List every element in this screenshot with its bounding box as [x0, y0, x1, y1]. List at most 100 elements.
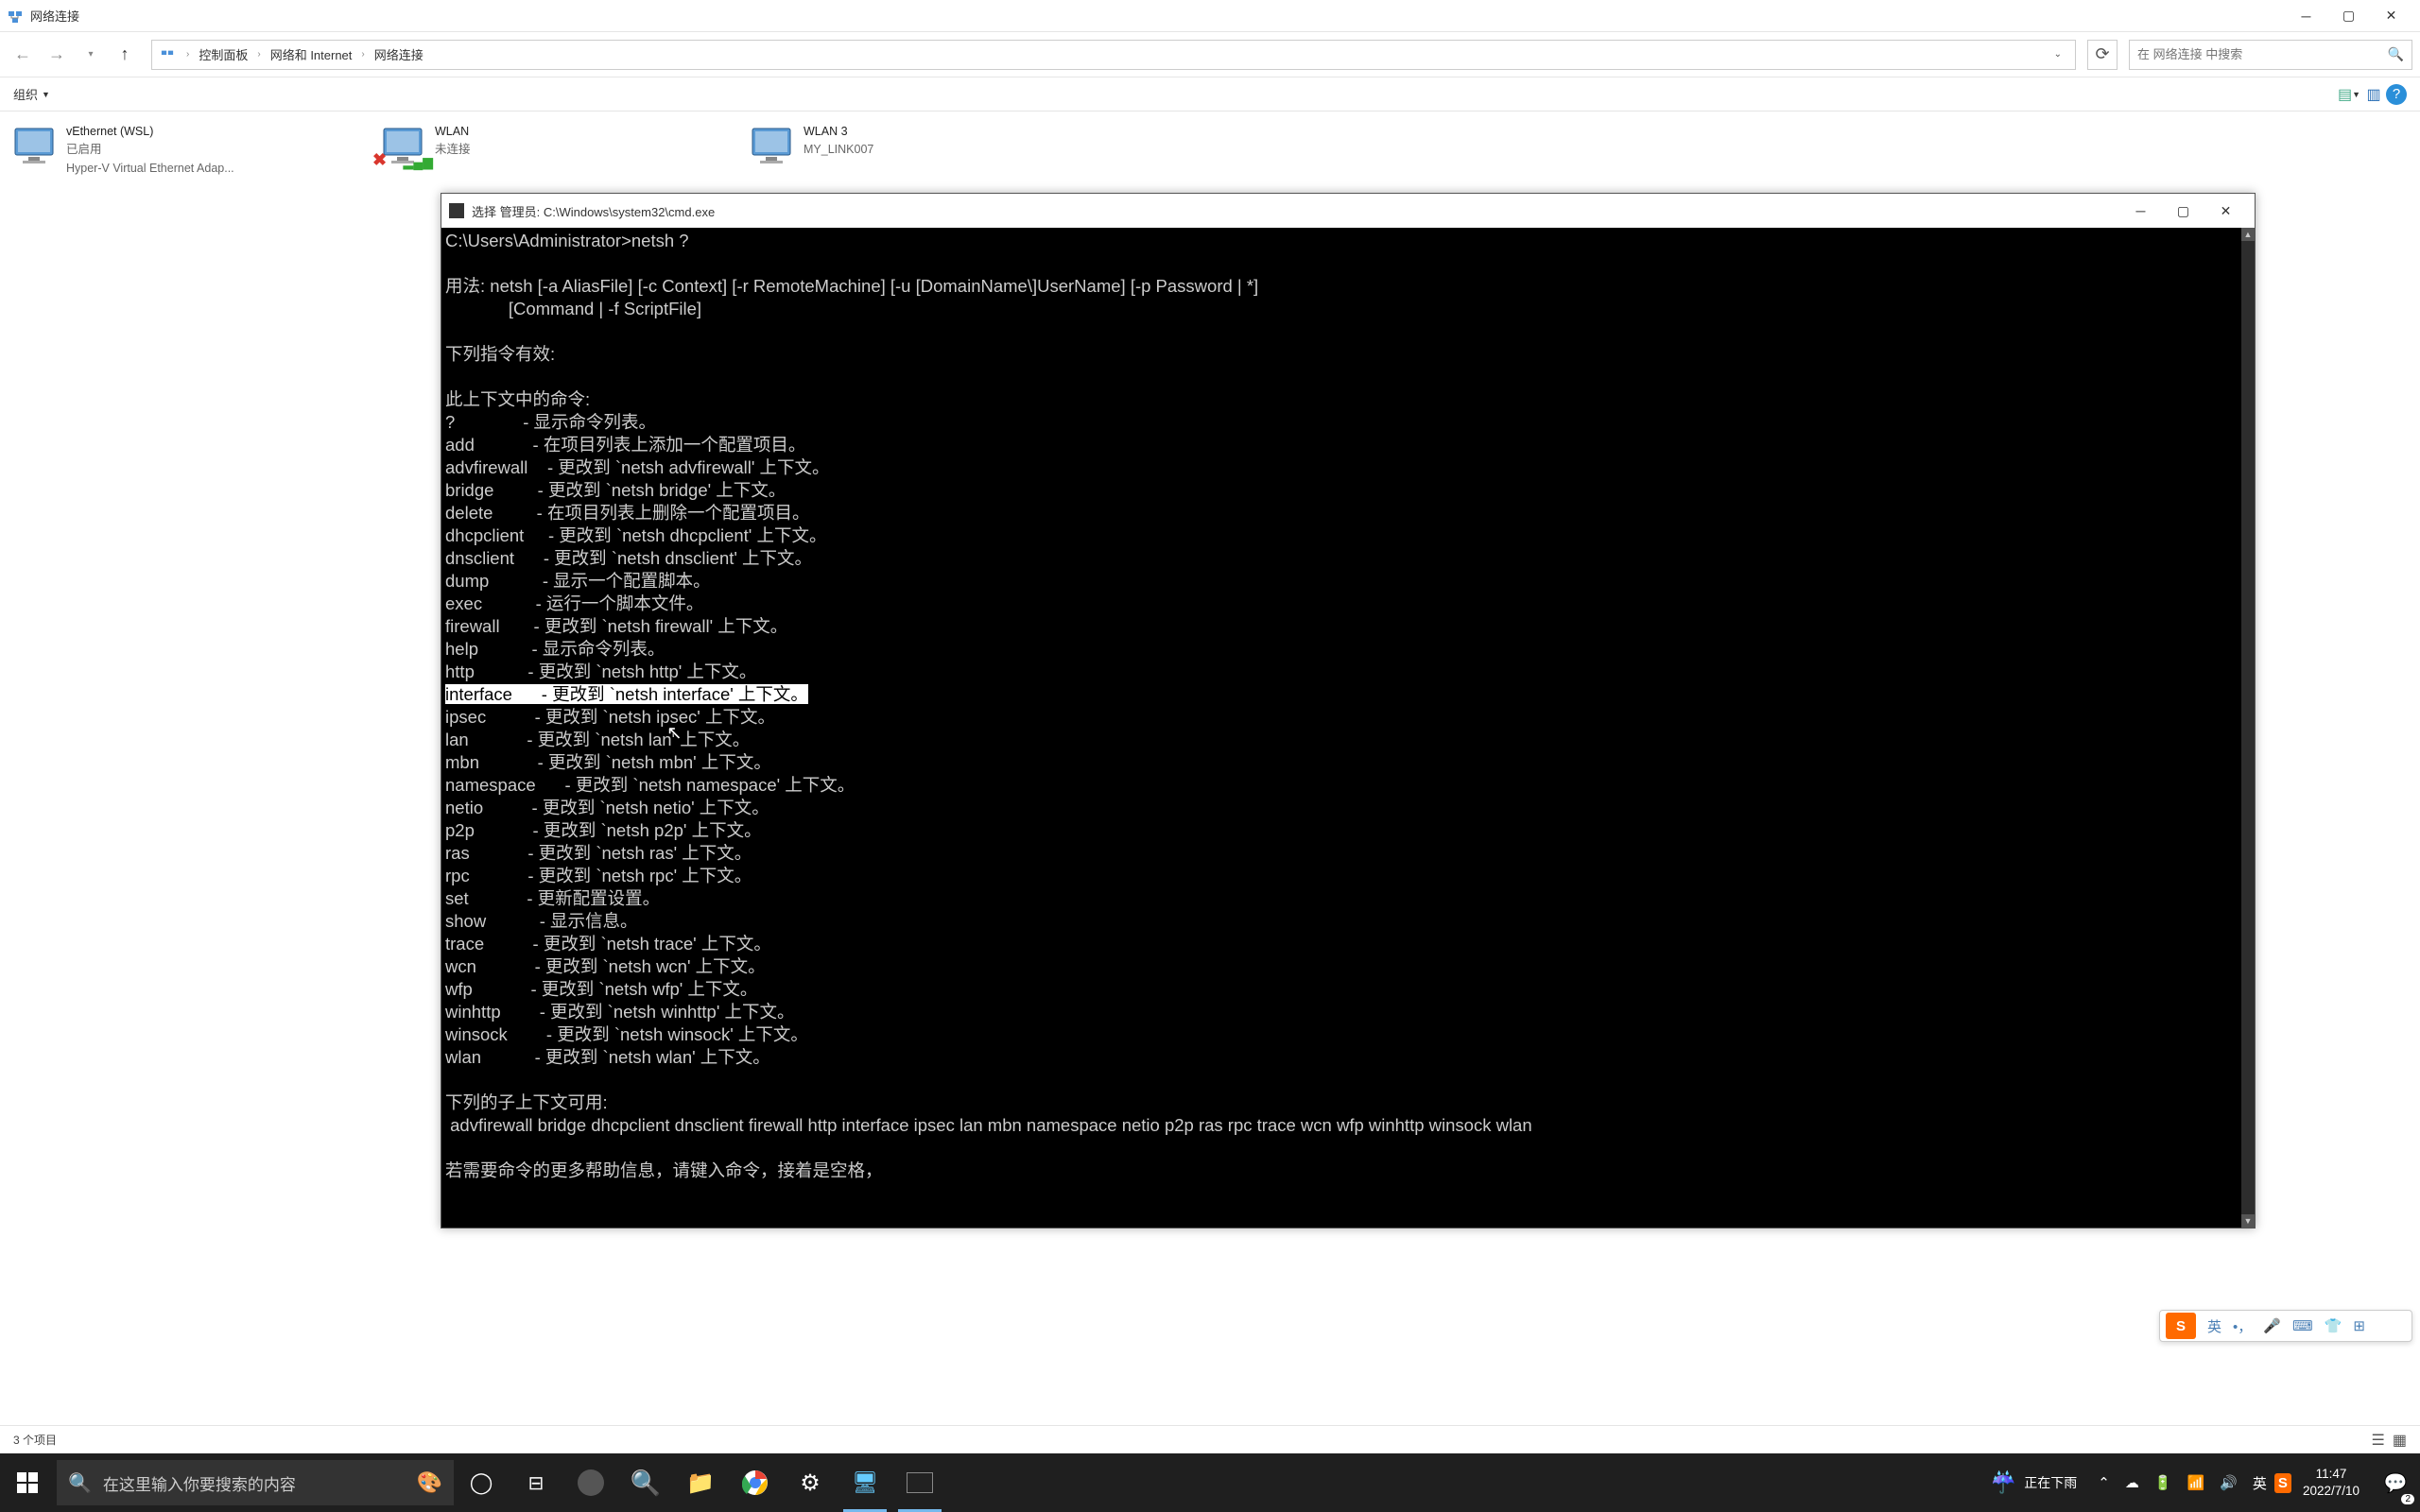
network-adapter-item[interactable]: vEthernet (WSL) 已启用 Hyper-V Virtual Ethe… [11, 123, 361, 178]
cmd-line[interactable]: show - 显示信息。 [445, 910, 2238, 933]
cmd-line[interactable]: 下列指令有效: [445, 343, 2238, 366]
cmd-line[interactable]: wcn - 更改到 `netsh wcn' 上下文。 [445, 955, 2238, 978]
cmd-line[interactable]: winsock - 更改到 `netsh winsock' 上下文。 [445, 1023, 2238, 1046]
search-icon[interactable]: 🔍 [2388, 46, 2404, 62]
cmd-line[interactable]: interface - 更改到 `netsh interface' 上下文。 [445, 683, 2238, 706]
breadcrumb-item[interactable]: 网络连接 [372, 45, 425, 63]
chevron-right-icon[interactable]: › [354, 49, 372, 60]
breadcrumb[interactable]: › 控制面板 › 网络和 Internet › 网络连接 ⌄ [151, 40, 2076, 70]
cmd-line[interactable]: ipsec - 更改到 `netsh ipsec' 上下文。 [445, 706, 2238, 729]
cmd-output[interactable]: C:\Users\Administrator>netsh ? 用法: netsh… [441, 228, 2241, 1228]
cmd-line[interactable] [445, 1137, 2238, 1160]
ime-voice-icon[interactable]: 🎤 [2257, 1317, 2287, 1334]
sogou-tray-icon[interactable]: S [2274, 1473, 2291, 1493]
cmd-line[interactable]: namespace - 更改到 `netsh namespace' 上下文。 [445, 774, 2238, 797]
refresh-button[interactable]: ⟳ [2087, 40, 2118, 70]
taskbar-app-cmd[interactable] [892, 1453, 947, 1512]
cmd-line[interactable]: dnsclient - 更改到 `netsh dnsclient' 上下文。 [445, 547, 2238, 570]
breadcrumb-dropdown[interactable]: ⌄ [2045, 49, 2071, 60]
start-button[interactable] [0, 1453, 55, 1512]
cmd-line[interactable]: help - 显示命令列表。 [445, 638, 2238, 661]
cmd-line[interactable]: http - 更改到 `netsh http' 上下文。 [445, 661, 2238, 683]
cmd-line[interactable]: advfirewall - 更改到 `netsh advfirewall' 上下… [445, 456, 2238, 479]
cmd-line[interactable]: 用法: netsh [-a AliasFile] [-c Context] [-… [445, 275, 2238, 298]
cmd-line[interactable]: advfirewall bridge dhcpclient dnsclient … [445, 1114, 2238, 1137]
ime-toolbar[interactable]: S 英 •， 🎤 ⌨ 👕 ⊞ [2159, 1310, 2412, 1342]
cmd-line[interactable]: set - 更新配置设置。 [445, 887, 2238, 910]
taskbar-app-everything[interactable]: 🔍 [618, 1453, 673, 1512]
scrollbar[interactable]: ▲ ▼ [2241, 228, 2255, 1228]
scroll-up-button[interactable]: ▲ [2241, 228, 2255, 241]
cmd-line[interactable]: 此上下文中的命令: [445, 388, 2238, 411]
cmd-titlebar[interactable]: 选择 管理员: C:\Windows\system32\cmd.exe ─ ▢ … [441, 194, 2255, 228]
chevron-right-icon[interactable]: › [250, 49, 268, 60]
network-adapter-item[interactable]: ✖ ▂▄▆ WLAN 未连接 [380, 123, 730, 178]
explorer-titlebar[interactable]: 网络连接 ─ ▢ ✕ [0, 0, 2420, 32]
details-view-button[interactable]: ☰ [2372, 1431, 2385, 1450]
cmd-line[interactable]: exec - 运行一个脚本文件。 [445, 593, 2238, 615]
clock[interactable]: 11:47 2022/7/10 [2291, 1466, 2371, 1499]
cmd-line[interactable]: wfp - 更改到 `netsh wfp' 上下文。 [445, 978, 2238, 1001]
maximize-button[interactable]: ▢ [2162, 194, 2204, 228]
close-button[interactable]: ✕ [2370, 0, 2412, 32]
cmd-line[interactable]: netio - 更改到 `netsh netio' 上下文。 [445, 797, 2238, 819]
chevron-right-icon[interactable]: › [179, 49, 197, 60]
taskbar-app[interactable] [563, 1453, 618, 1512]
maximize-button[interactable]: ▢ [2327, 0, 2370, 32]
ime-skin-icon[interactable]: 👕 [2319, 1317, 2348, 1334]
ime-lang[interactable]: 英 [2202, 1316, 2227, 1336]
cmd-line[interactable]: ras - 更改到 `netsh ras' 上下文。 [445, 842, 2238, 865]
back-button[interactable]: ← [8, 40, 38, 70]
breadcrumb-item[interactable]: 控制面板 [197, 45, 250, 63]
search-input[interactable] [2137, 47, 2388, 61]
cmd-line[interactable]: firewall - 更改到 `netsh firewall' 上下文。 [445, 615, 2238, 638]
taskbar-search[interactable]: 🔍 在这里输入你要搜索的内容 🎨 [57, 1460, 454, 1505]
view-options-button[interactable]: ▤▼ [2337, 82, 2361, 107]
taskbar-app-chrome[interactable] [728, 1453, 783, 1512]
cmd-line[interactable]: bridge - 更改到 `netsh bridge' 上下文。 [445, 479, 2238, 502]
task-view-button[interactable]: ⊟ [509, 1453, 563, 1512]
cmd-line[interactable]: p2p - 更改到 `netsh p2p' 上下文。 [445, 819, 2238, 842]
cmd-line[interactable]: delete - 在项目列表上删除一个配置项目。 [445, 502, 2238, 524]
icons-view-button[interactable]: ▦ [2393, 1431, 2407, 1450]
cmd-line[interactable]: mbn - 更改到 `netsh mbn' 上下文。 [445, 751, 2238, 774]
cmd-line[interactable]: trace - 更改到 `netsh trace' 上下文。 [445, 933, 2238, 955]
scroll-down-button[interactable]: ▼ [2241, 1214, 2255, 1228]
cmd-line[interactable]: rpc - 更改到 `netsh rpc' 上下文。 [445, 865, 2238, 887]
preview-pane-button[interactable]: ▥ [2361, 82, 2386, 107]
ime-indicator[interactable]: 英 [2245, 1473, 2274, 1493]
cmd-line[interactable]: add - 在项目列表上添加一个配置项目。 [445, 434, 2238, 456]
cmd-line[interactable]: wlan - 更改到 `netsh wlan' 上下文。 [445, 1046, 2238, 1069]
minimize-button[interactable]: ─ [2119, 194, 2162, 228]
onedrive-icon[interactable]: ☁ [2118, 1474, 2147, 1491]
taskbar-app-explorer[interactable]: 📁 [673, 1453, 728, 1512]
close-button[interactable]: ✕ [2204, 194, 2247, 228]
cmd-line[interactable] [445, 252, 2238, 275]
network-adapter-item[interactable]: WLAN 3 MY_LINK007 [749, 123, 1098, 178]
tray-overflow-button[interactable]: ⌃ [2090, 1474, 2118, 1491]
up-button[interactable]: ↑ [110, 40, 140, 70]
cortana-button[interactable]: ◯ [454, 1453, 509, 1512]
minimize-button[interactable]: ─ [2285, 0, 2327, 32]
search-box[interactable]: 🔍 [2129, 40, 2412, 70]
weather-widget[interactable]: ☔ 正在下雨 [1978, 1470, 2090, 1495]
volume-icon[interactable]: 🔊 [2212, 1474, 2245, 1491]
wifi-icon[interactable]: 📶 [2180, 1474, 2213, 1491]
cmd-line[interactable] [445, 1069, 2238, 1091]
cmd-line[interactable]: dhcpclient - 更改到 `netsh dhcpclient' 上下文。 [445, 524, 2238, 547]
cmd-line[interactable]: [Command | -f ScriptFile] [445, 298, 2238, 320]
organize-menu[interactable]: 组织▼ [13, 85, 50, 103]
cmd-line[interactable]: C:\Users\Administrator>netsh ? [445, 230, 2238, 252]
ime-keyboard-icon[interactable]: ⌨ [2287, 1317, 2319, 1334]
cmd-line[interactable]: 下列的子上下文可用: [445, 1091, 2238, 1114]
cmd-line[interactable]: 若需要命令的更多帮助信息，请键入命令，接着是空格， [445, 1160, 2238, 1182]
taskbar-app-settings[interactable]: ⚙ [783, 1453, 838, 1512]
sogou-logo-icon[interactable]: S [2166, 1313, 2196, 1339]
cmd-line[interactable] [445, 320, 2238, 343]
cmd-line[interactable]: dump - 显示一个配置脚本。 [445, 570, 2238, 593]
recent-dropdown[interactable]: ▾ [76, 40, 106, 70]
ime-toolbox-icon[interactable]: ⊞ [2347, 1317, 2371, 1334]
explorer-body[interactable]: vEthernet (WSL) 已启用 Hyper-V Virtual Ethe… [0, 112, 2420, 189]
cmd-line[interactable]: ? - 显示命令列表。 [445, 411, 2238, 434]
cmd-line[interactable]: lan - 更改到 `netsh lan' 上下文。 [445, 729, 2238, 751]
